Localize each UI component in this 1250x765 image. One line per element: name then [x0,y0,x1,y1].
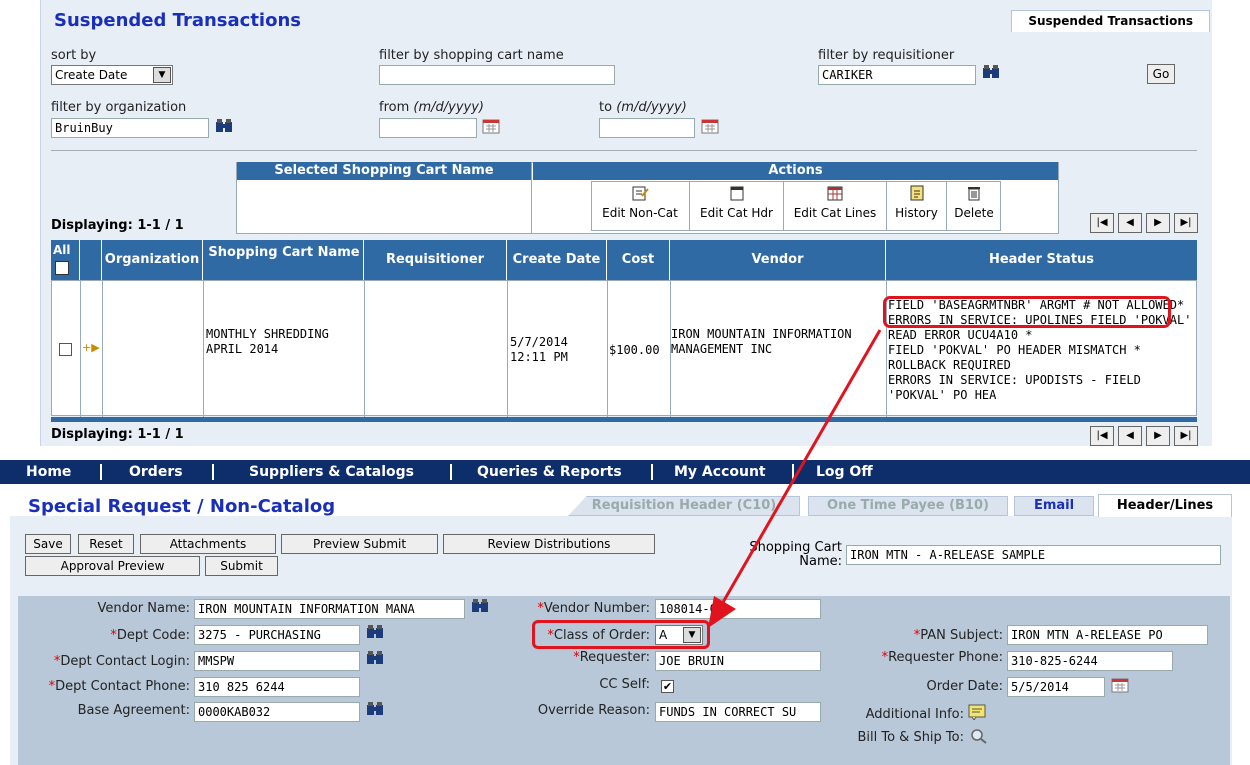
annotation-arrow [708,329,882,628]
